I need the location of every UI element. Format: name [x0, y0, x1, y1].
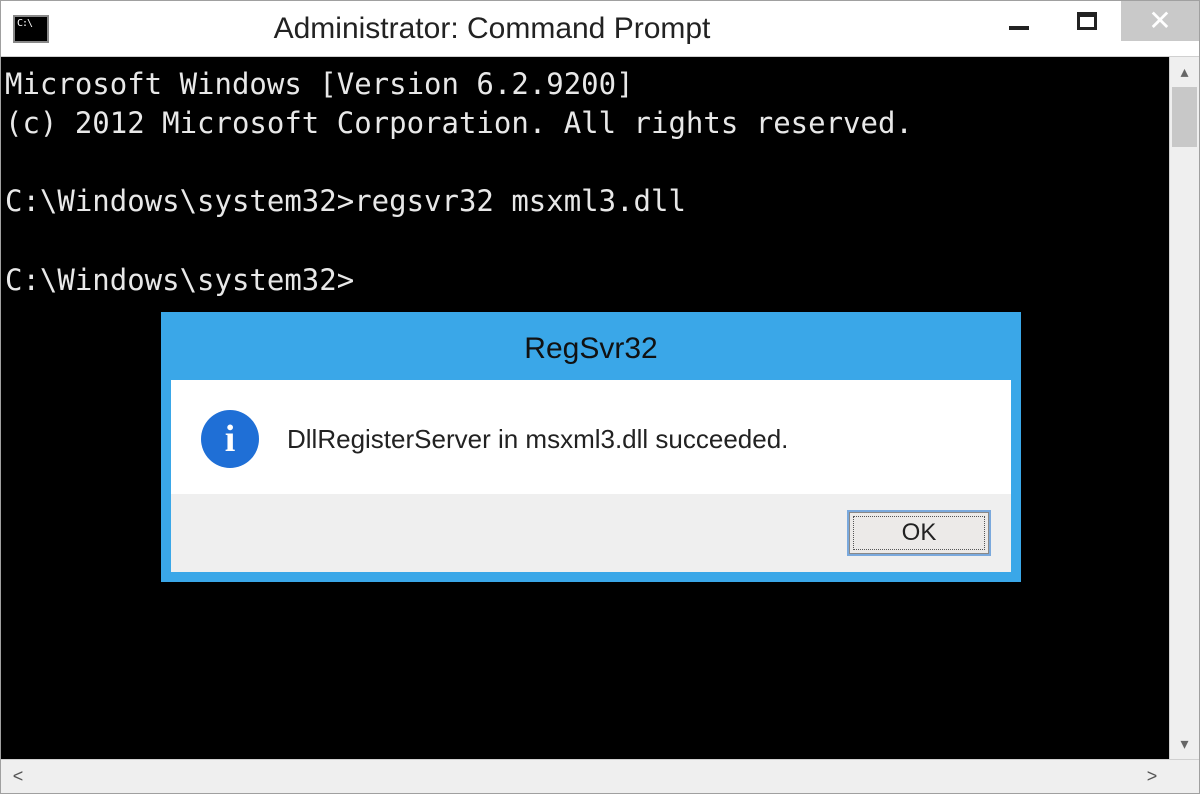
minimize-icon	[1009, 26, 1029, 30]
horizontal-scrollbar[interactable]: < >	[1, 759, 1199, 793]
maximize-icon	[1077, 12, 1097, 30]
cmd-icon	[13, 15, 49, 43]
titlebar[interactable]: Administrator: Command Prompt ✕	[1, 1, 1199, 57]
scroll-left-arrow-icon[interactable]: <	[1, 760, 35, 793]
scroll-right-arrow-icon[interactable]: >	[1135, 760, 1169, 793]
dialog-message: DllRegisterServer in msxml3.dll succeede…	[287, 424, 788, 455]
window-title: Administrator: Command Prompt	[0, 12, 985, 46]
close-icon: ✕	[1148, 7, 1171, 35]
dialog-title: RegSvr32	[171, 322, 1011, 380]
terminal-line: (c) 2012 Microsoft Corporation. All righ…	[5, 106, 913, 140]
minimize-button[interactable]	[985, 1, 1053, 41]
dialog-body: i DllRegisterServer in msxml3.dll succee…	[171, 380, 1011, 494]
close-button[interactable]: ✕	[1121, 1, 1199, 41]
terminal-line: C:\Windows\system32>regsvr32 msxml3.dll	[5, 184, 686, 218]
dialog-footer: OK	[171, 494, 1011, 572]
info-icon: i	[201, 410, 259, 468]
terminal-line: Microsoft Windows [Version 6.2.9200]	[5, 67, 634, 101]
content-area: Microsoft Windows [Version 6.2.9200] (c)…	[1, 57, 1199, 793]
maximize-button[interactable]	[1053, 1, 1121, 41]
scroll-up-arrow-icon[interactable]: ▴	[1170, 57, 1199, 87]
ok-button[interactable]: OK	[849, 512, 989, 554]
regsvr32-dialog[interactable]: RegSvr32 i DllRegisterServer in msxml3.d…	[161, 312, 1021, 582]
scroll-corner	[1169, 760, 1199, 793]
vscroll-thumb[interactable]	[1172, 87, 1197, 147]
terminal-prompt: C:\Windows\system32>	[5, 263, 354, 297]
scroll-down-arrow-icon[interactable]: ▾	[1170, 729, 1199, 759]
vertical-scrollbar[interactable]: ▴ ▾	[1169, 57, 1199, 759]
vscroll-track[interactable]	[1170, 87, 1199, 729]
command-prompt-window: Administrator: Command Prompt ✕ Microsof…	[0, 0, 1200, 794]
window-controls: ✕	[985, 1, 1199, 56]
